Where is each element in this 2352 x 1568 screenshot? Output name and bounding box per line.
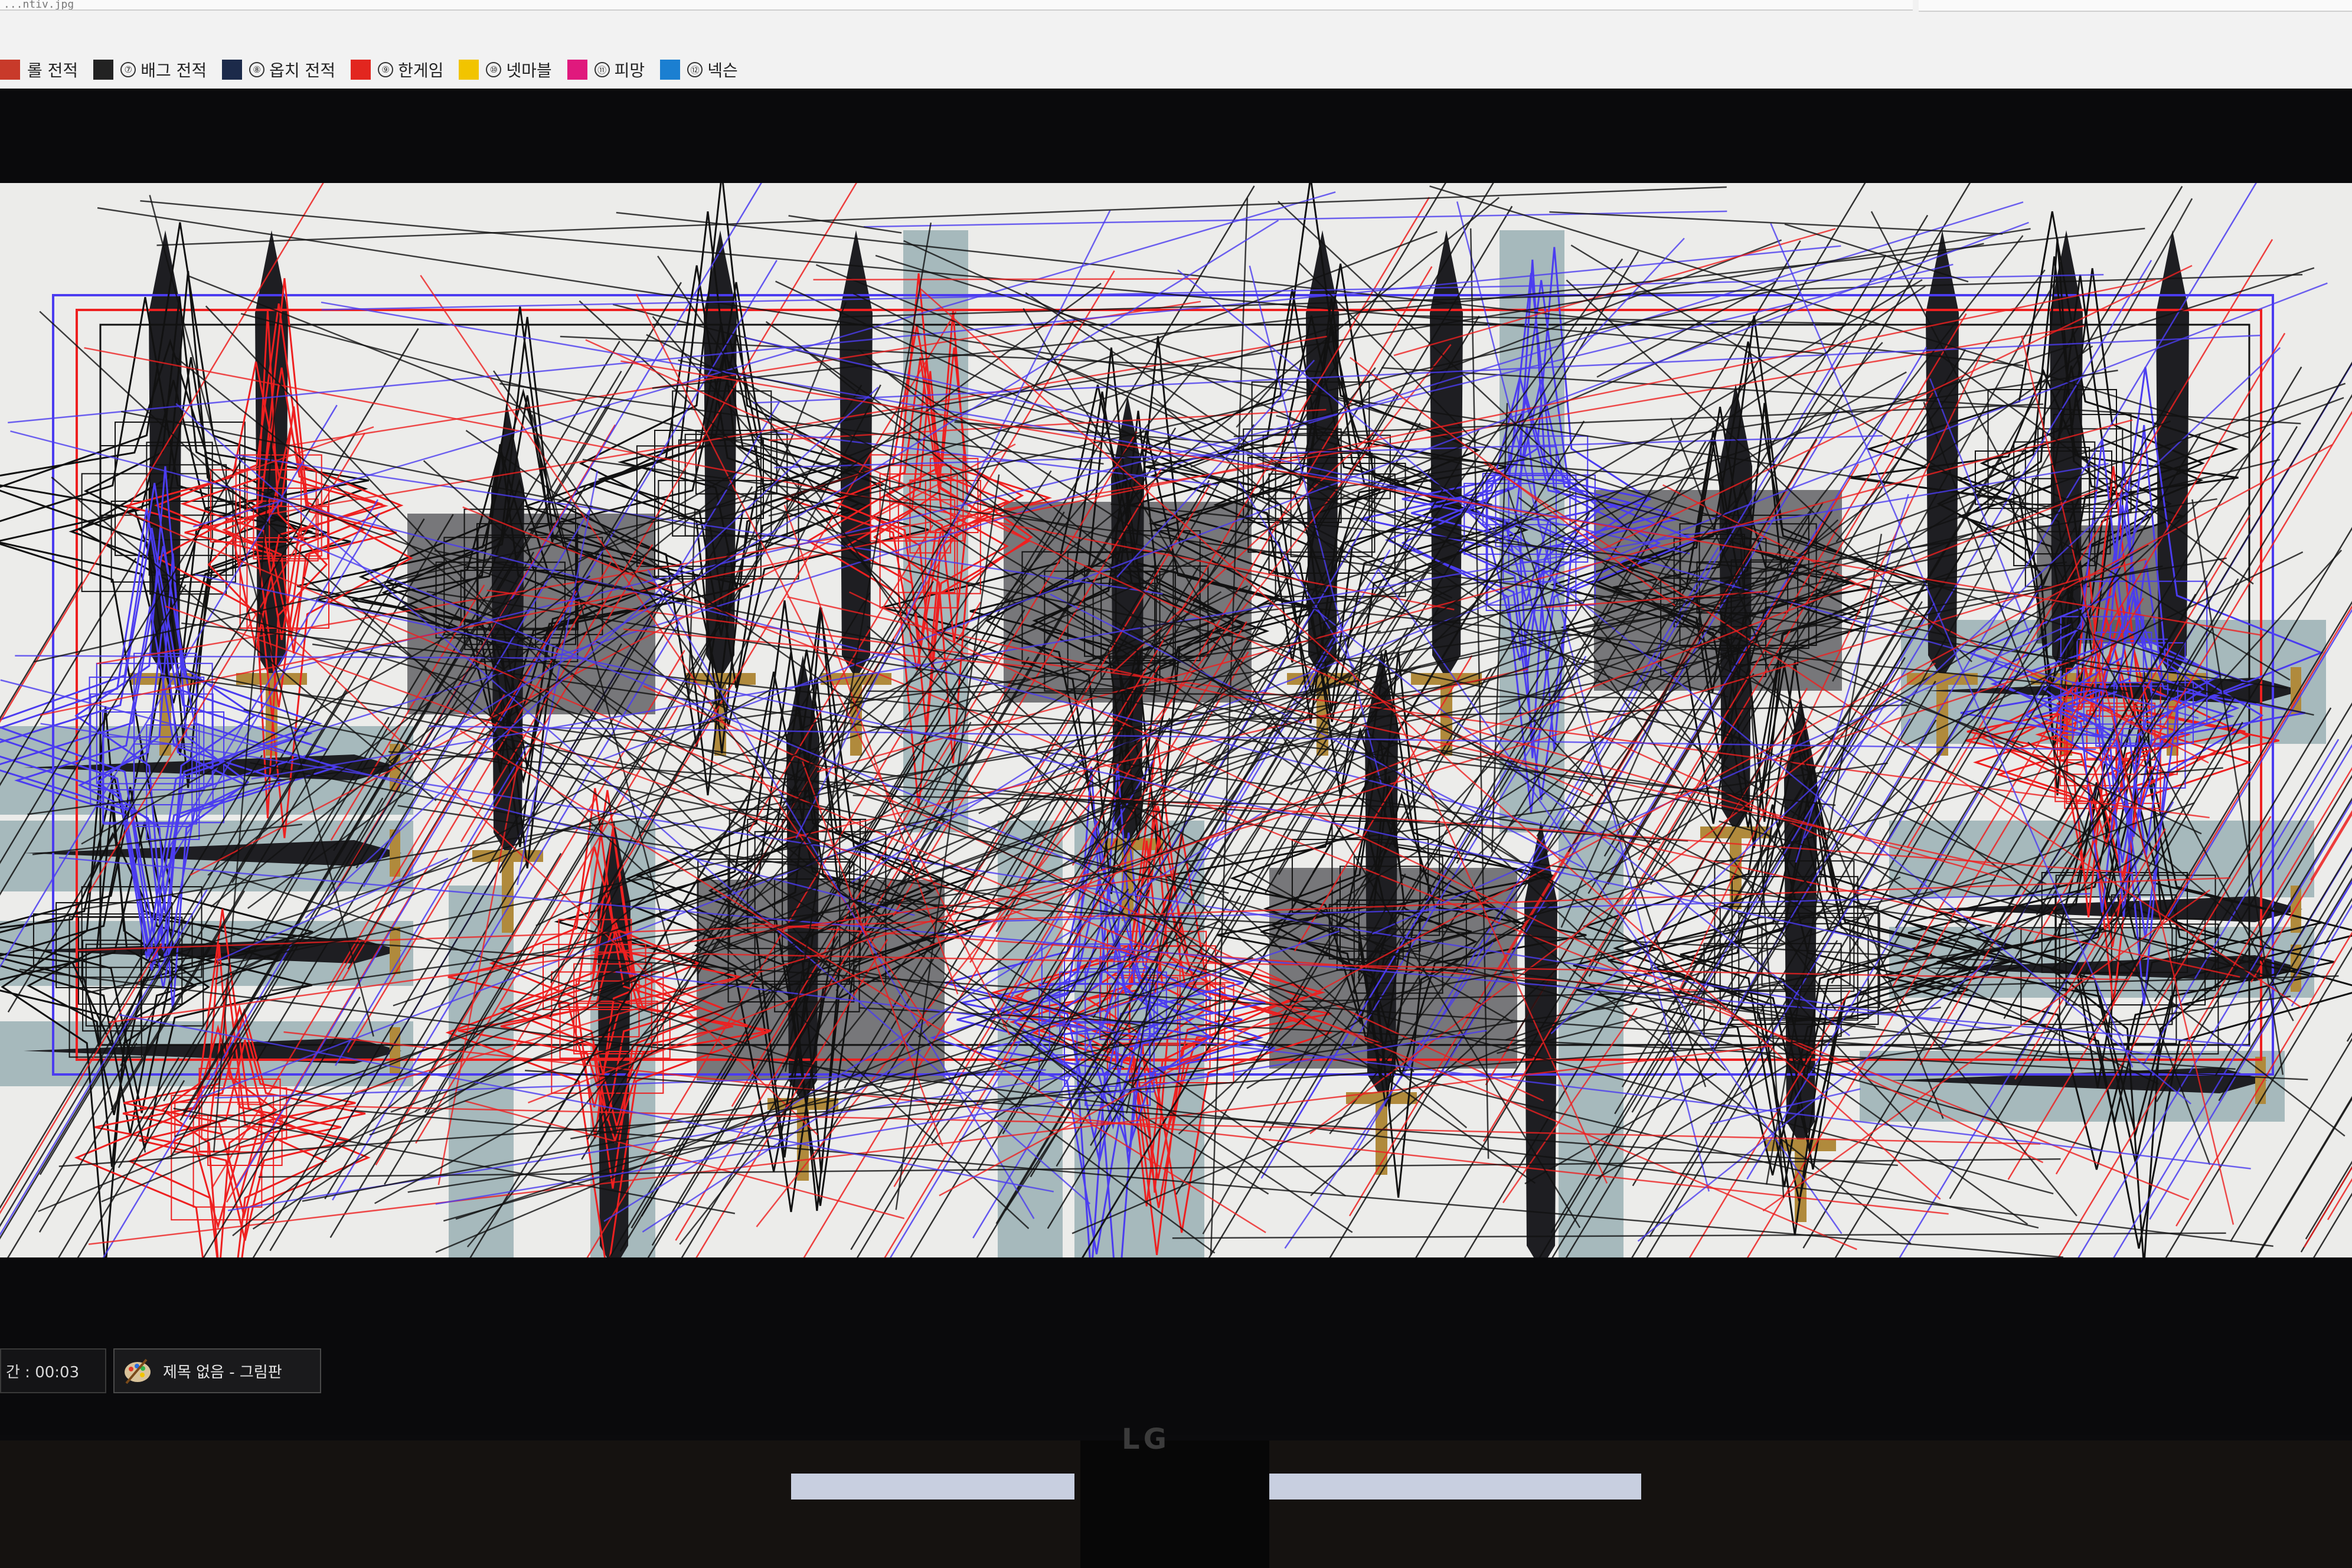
hatch-line <box>58 1057 179 1257</box>
scribble-line <box>1172 1232 2226 1239</box>
bookmark-item[interactable]: ⑦ 배그 전적 <box>93 58 207 81</box>
paint-canvas[interactable] <box>0 183 2352 1257</box>
bookmark-item[interactable]: ⑧ 옵치 전적 <box>222 58 335 81</box>
bookmark-label: 피망 <box>614 61 645 80</box>
taskbar-paint-label: 제목 없음 - 그림판 <box>163 1363 282 1381</box>
browser-chrome: ...ntiv.jpg 롤 전적 ⑦ 배그 전적 ⑧ 옵치 전적 ⑨ 한게임 ⑩ 넷마블 ⑪ 피망 ⑫… <box>0 0 2352 89</box>
bookmark-shortcut-number: ⑪ <box>594 62 610 77</box>
bookmark-label: 배그 전적 <box>141 61 207 80</box>
bookmark-shortcut-number: ⑫ <box>687 62 703 77</box>
scribble-line <box>1549 211 2003 235</box>
bookmark-bar: 롤 전적 ⑦ 배그 전적 ⑧ 옵치 전적 ⑨ 한게임 ⑩ 넷마블 ⑪ 피망 ⑫ 넥슨 <box>0 54 753 85</box>
bookmark-label: 넥슨 <box>707 61 738 80</box>
bookmark-item[interactable]: ⑨ 한게임 <box>351 58 443 81</box>
bookmark-label: 옵치 전적 <box>269 61 336 80</box>
bookmark-item[interactable]: ⑩ 넷마블 <box>459 58 552 81</box>
scribble-line <box>954 421 1723 482</box>
overwatch-icon <box>222 60 243 80</box>
bookmark-label: 한게임 <box>398 61 444 80</box>
reflection-light-left <box>791 1474 1074 1500</box>
black-scribble <box>1275 462 1406 597</box>
bookmark-item[interactable]: ⑫ 넥슨 <box>660 58 738 81</box>
bookmark-item[interactable]: ⑪ 피망 <box>567 58 645 81</box>
hatch-line <box>2324 897 2352 945</box>
bookmark-label: 넷마블 <box>506 61 552 80</box>
monitor-stand-area <box>0 1440 2352 1568</box>
pmang-icon <box>567 60 587 80</box>
bookmark-shortcut-number: ⑦ <box>120 62 136 77</box>
taskbar-paint-button[interactable]: 제목 없음 - 그림판 <box>113 1348 321 1393</box>
monitor-stand <box>1080 1440 1269 1568</box>
nexon-icon <box>660 60 681 80</box>
hatch-line <box>2327 1178 2352 1220</box>
bookmark-label: 롤 전적 <box>27 61 79 80</box>
bookmark-item[interactable]: 롤 전적 <box>0 58 78 81</box>
reflection-light-right <box>1269 1474 1641 1500</box>
sword-grip <box>502 862 514 933</box>
paint-palette-icon <box>123 1356 152 1386</box>
address-bar[interactable]: ...ntiv.jpg <box>0 0 1913 11</box>
monitor-brand-logo: LG <box>1122 1423 1170 1456</box>
taskbar: 간 : 00:03 제목 없음 - 그림판 <box>0 1340 2352 1405</box>
bookmark-shortcut-number: ⑩ <box>486 62 502 77</box>
bookmark-shortcut-number: ⑧ <box>249 62 265 77</box>
pubg-icon <box>93 60 114 80</box>
taskbar-clock[interactable]: 간 : 00:03 <box>0 1348 106 1393</box>
bookmark-shortcut-number: ⑨ <box>378 62 394 77</box>
scribble-line <box>815 264 1207 426</box>
search-bar[interactable] <box>1919 0 2352 12</box>
list-icon <box>0 60 20 80</box>
canvas-drawing <box>0 183 2352 1257</box>
hangame-icon <box>351 60 371 80</box>
netmarble-icon <box>459 60 479 80</box>
